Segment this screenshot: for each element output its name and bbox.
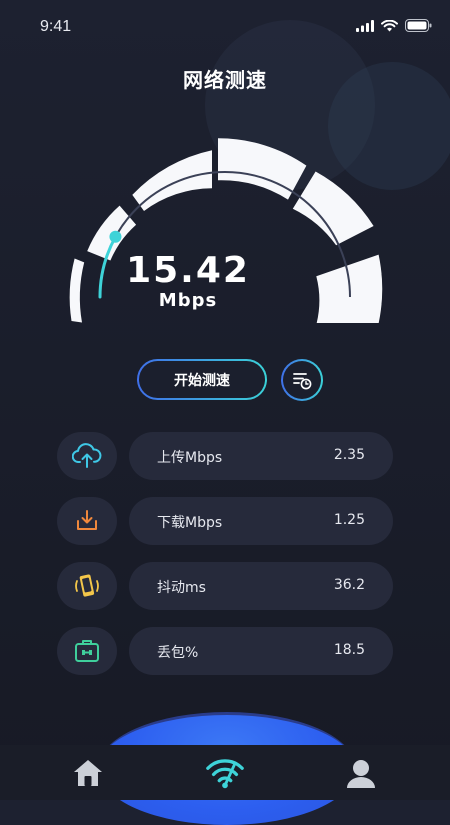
wifi-icon	[381, 19, 398, 31]
metric-icon-wrap	[57, 432, 117, 480]
gauge-knob	[109, 230, 122, 243]
metric-packet-loss: 丢包% 18.5	[57, 627, 393, 675]
download-icon	[77, 510, 97, 530]
metric-icon-wrap	[57, 627, 117, 675]
metric-jitter: 抖动ms 36.2	[57, 562, 393, 610]
speed-value: 15.42	[126, 250, 250, 291]
metric-pill: 抖动ms 36.2	[129, 562, 393, 610]
metric-pill: 丢包% 18.5	[129, 627, 393, 675]
wifi-speed-icon	[206, 759, 244, 789]
page-title: 网络测速	[183, 68, 267, 92]
home-icon	[74, 760, 102, 786]
status-bar: 9:41	[0, 0, 450, 56]
tab-speed-test[interactable]	[205, 753, 245, 793]
metric-upload: 上传Mbps 2.35	[57, 432, 393, 480]
status-time: 9:41	[40, 18, 72, 35]
metric-label: 抖动ms	[157, 580, 206, 596]
metric-download: 下载Mbps 1.25	[57, 497, 393, 545]
history-button[interactable]	[281, 359, 323, 401]
gauge-segment	[218, 138, 307, 200]
start-test-button[interactable]: 开始测速	[137, 359, 267, 400]
metric-label: 丢包%	[157, 645, 199, 661]
metric-pill: 下载Mbps 1.25	[129, 497, 393, 545]
user-icon	[347, 760, 375, 788]
metric-value: 36.2	[333, 577, 365, 593]
speed-unit: Mbps	[158, 290, 218, 311]
gauge-readout: 15.42 Mbps	[124, 250, 252, 312]
packet-box-icon	[75, 640, 99, 662]
battery-icon	[405, 19, 432, 32]
metric-value: 2.35	[333, 447, 365, 463]
tab-profile[interactable]	[341, 753, 381, 793]
metric-label: 上传Mbps	[157, 450, 223, 466]
metric-value: 1.25	[333, 512, 365, 528]
tab-bar	[0, 745, 450, 800]
metric-label: 下载Mbps	[157, 515, 223, 531]
vibrating-phone-icon	[75, 574, 99, 597]
tab-home[interactable]	[68, 753, 108, 793]
history-list-icon	[293, 373, 312, 390]
metric-value: 18.5	[333, 642, 365, 658]
metric-icon-wrap	[57, 562, 117, 610]
upload-cloud-icon	[72, 443, 102, 468]
metric-icon-wrap	[57, 497, 117, 545]
status-icons	[356, 19, 432, 32]
metric-pill: 上传Mbps 2.35	[129, 432, 393, 480]
cellular-signal-icon	[356, 19, 374, 32]
gauge-segment	[69, 258, 85, 323]
